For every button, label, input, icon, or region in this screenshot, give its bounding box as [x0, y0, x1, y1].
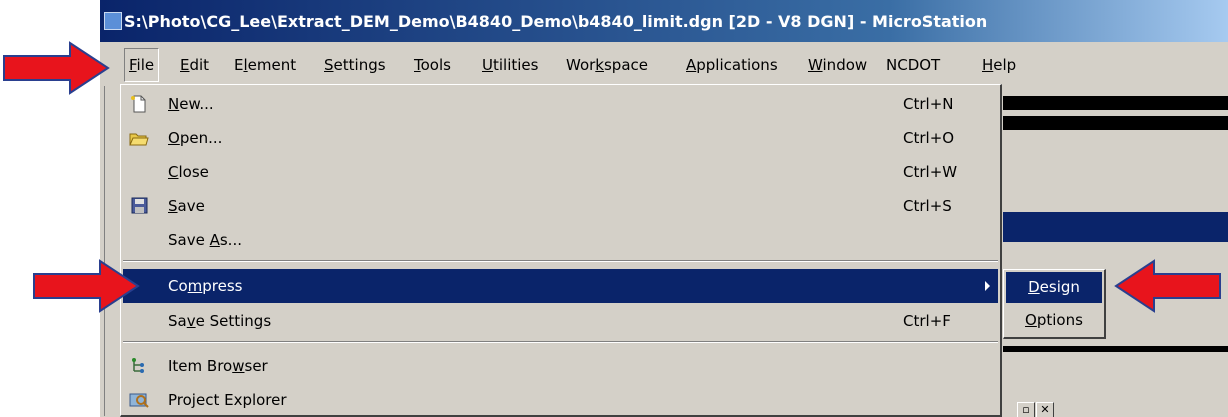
save-disk-icon — [131, 197, 148, 214]
menu-item-label: Save Settings — [168, 312, 272, 330]
menu-element[interactable]: Element — [230, 48, 300, 82]
menu-item-label: Save — [168, 197, 205, 215]
menu-item-item-browser[interactable]: Item Browser — [123, 349, 998, 383]
menu-item-label: Project Explorer — [168, 391, 287, 409]
menu-item-label: Close — [168, 163, 209, 181]
background-panel-edge — [104, 86, 119, 416]
menu-separator — [123, 260, 998, 262]
shortcut-label: Ctrl+N — [903, 95, 954, 113]
menu-item-close[interactable]: Close Ctrl+W — [123, 155, 998, 189]
menu-item-save-as[interactable]: Save As... — [123, 223, 998, 257]
title-bar[interactable]: S:\Photo\CG_Lee\Extract_DEM_Demo\B4840_D… — [100, 0, 1228, 42]
microstation-app-icon — [104, 12, 122, 30]
menu-workspace[interactable]: Workspace — [562, 48, 652, 82]
item-browser-icon — [132, 358, 144, 373]
arrow-left-icon — [1114, 259, 1221, 313]
menu-window[interactable]: Window — [804, 48, 871, 82]
shortcut-label: Ctrl+S — [903, 197, 952, 215]
open-folder-icon — [129, 133, 149, 146]
menu-item-label: Item Browser — [168, 357, 268, 375]
menu-applications[interactable]: Applications — [682, 48, 782, 82]
menu-item-label: Compress — [168, 277, 243, 295]
menu-utilities[interactable]: Utilities — [478, 48, 542, 82]
menu-item-save[interactable]: Save Ctrl+S — [123, 189, 998, 223]
background-title-strip — [1003, 212, 1228, 242]
submenu-item-design[interactable]: Design — [1006, 272, 1102, 303]
menu-separator — [123, 341, 998, 343]
background-toolbar-strip — [1003, 96, 1228, 110]
window-close-icon[interactable]: ✕ — [1036, 402, 1054, 417]
menu-item-label: Open... — [168, 129, 223, 147]
menu-item-project-explorer[interactable]: Project Explorer — [123, 383, 998, 417]
background-canvas-edge — [1003, 346, 1228, 352]
compress-submenu: Design Options — [1003, 269, 1106, 339]
menu-tools[interactable]: Tools — [410, 48, 455, 82]
shortcut-label: Ctrl+O — [903, 129, 955, 147]
menu-item-save-settings[interactable]: Save Settings Ctrl+F — [123, 304, 998, 338]
new-file-icon — [131, 95, 146, 113]
window-title: S:\Photo\CG_Lee\Extract_DEM_Demo\B4840_D… — [124, 12, 988, 31]
menu-item-label: New... — [168, 95, 214, 113]
menu-settings[interactable]: Settings — [320, 48, 390, 82]
arrow-right-icon — [33, 259, 140, 313]
menu-item-open[interactable]: Open... Ctrl+O — [123, 121, 998, 155]
menu-edit[interactable]: Edit — [176, 48, 213, 82]
submenu-item-options[interactable]: Options — [1006, 305, 1102, 336]
shortcut-label: Ctrl+F — [903, 312, 951, 330]
menu-item-compress[interactable]: Compress — [123, 269, 998, 303]
menu-file[interactable]: File — [124, 48, 160, 82]
shortcut-label: Ctrl+W — [903, 163, 958, 181]
menu-item-new[interactable]: New... Ctrl+N — [123, 87, 998, 121]
background-toolbar-strip — [1003, 116, 1228, 130]
submenu-arrow-icon — [985, 281, 990, 291]
arrow-right-icon — [3, 41, 110, 95]
window-restore-icon[interactable]: ▫ — [1017, 402, 1035, 417]
menu-ncdot[interactable]: NCDOT — [882, 48, 944, 82]
menu-bar: File Edit Element Settings Tools Utiliti… — [100, 48, 1228, 84]
project-explorer-icon — [129, 393, 149, 408]
menu-help[interactable]: Help — [978, 48, 1020, 82]
menu-item-label: Save As... — [168, 231, 242, 249]
file-menu-dropdown: New... Ctrl+N Open... Ctrl+O Close Ctrl+… — [120, 84, 1002, 417]
